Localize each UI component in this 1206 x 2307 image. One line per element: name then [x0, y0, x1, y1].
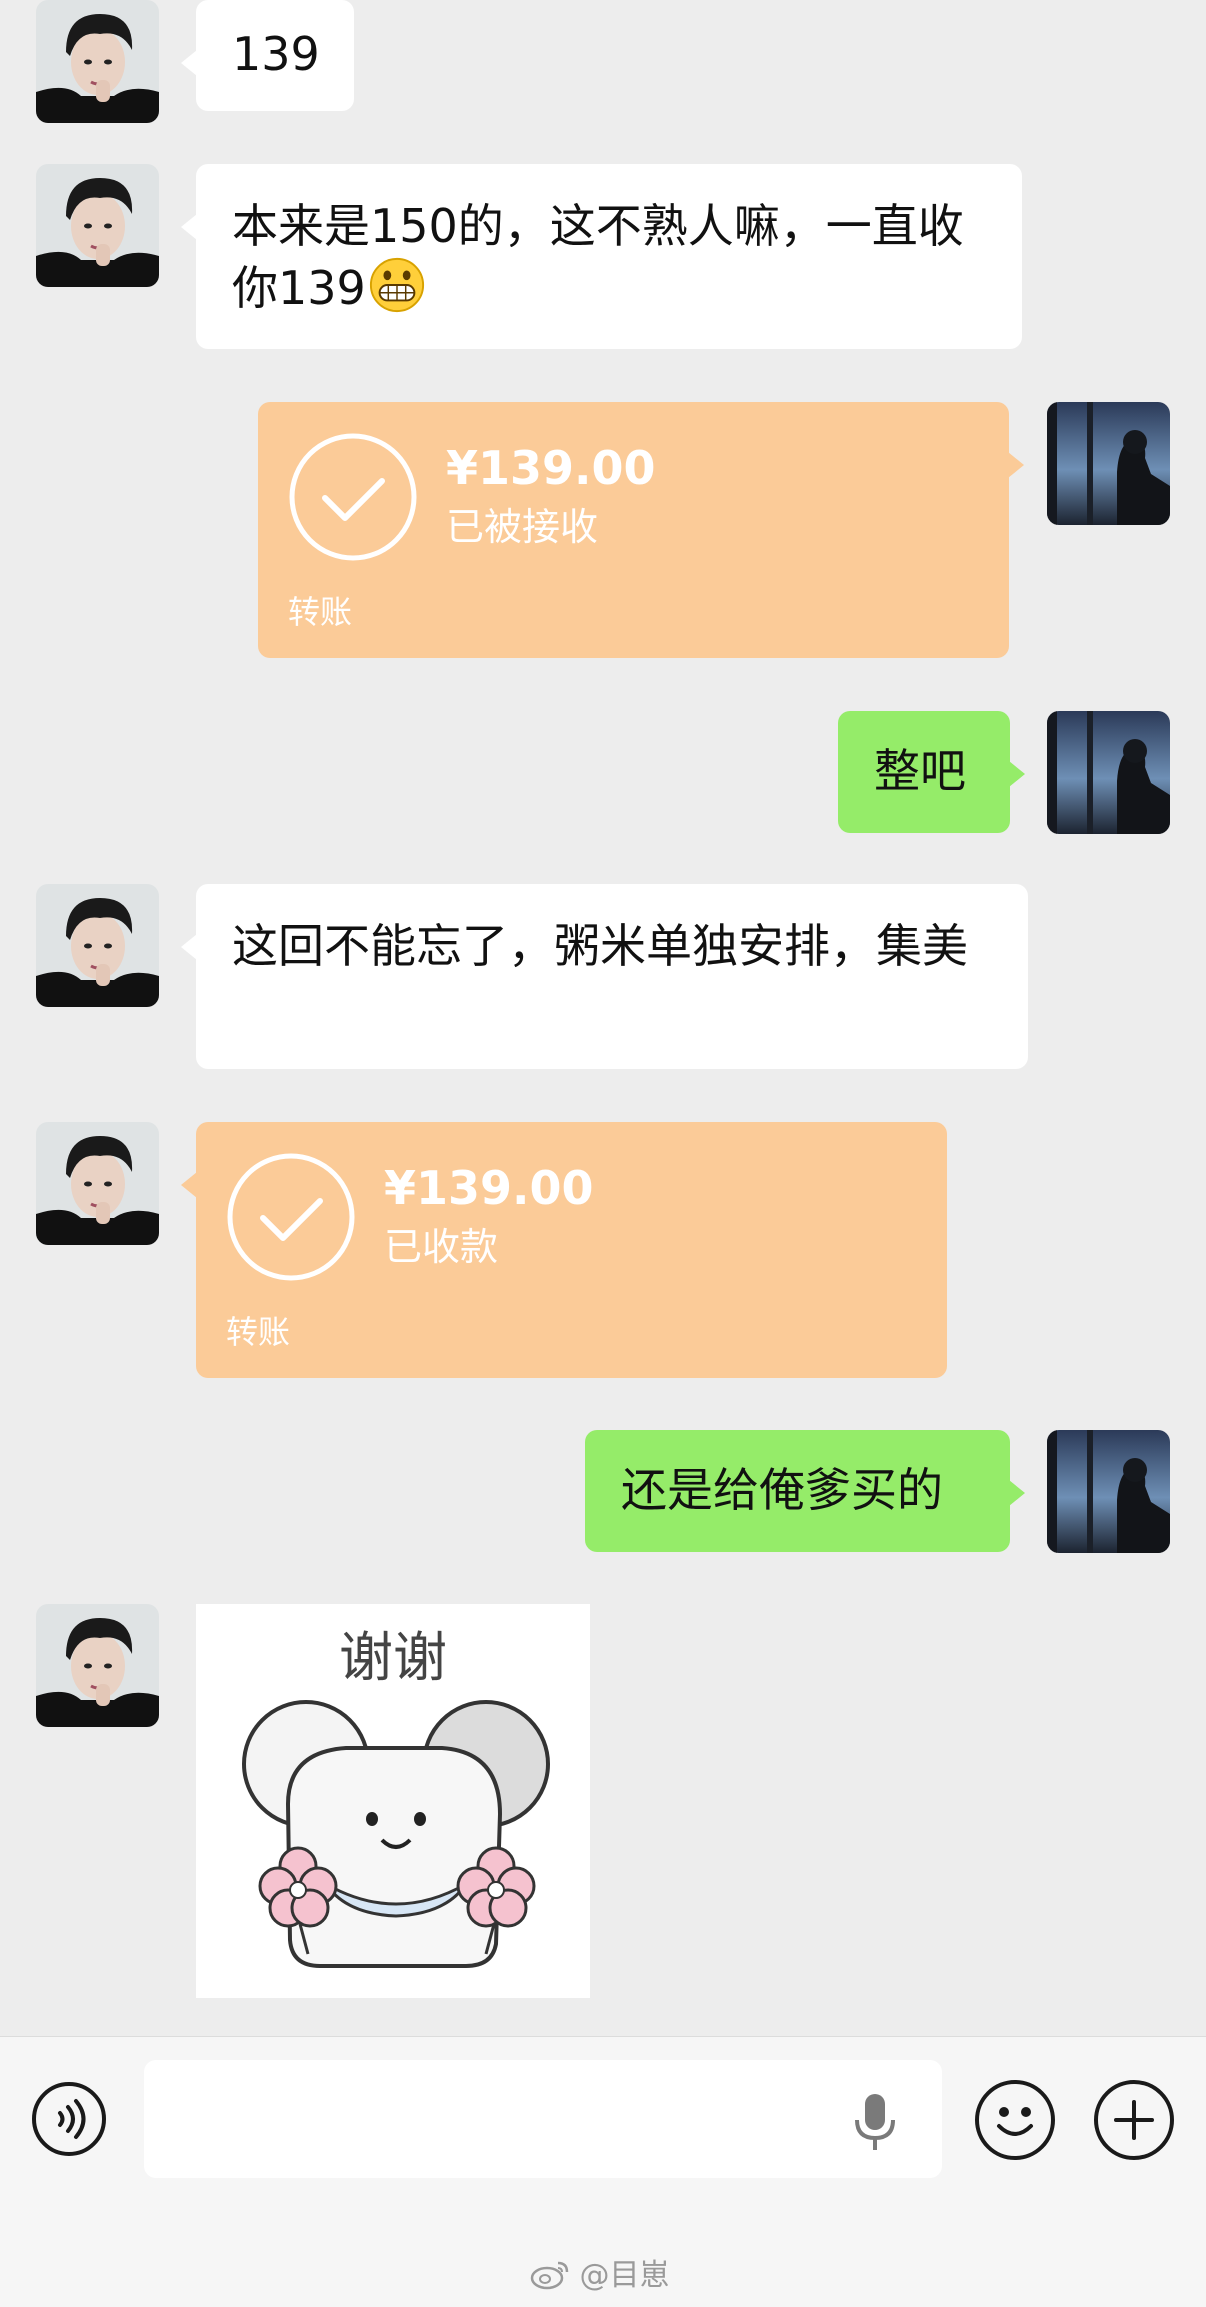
mouse-with-flowers-sticker[interactable]: 谢谢 [196, 1604, 590, 1998]
transfer-label: 转账 [288, 593, 353, 631]
transfer-amount: ¥139.00 [384, 1161, 594, 1215]
contact-avatar[interactable] [36, 884, 159, 1007]
message-text: 整吧 [874, 744, 966, 798]
outgoing-message-bubble[interactable]: 还是给俺爹买的 [585, 1430, 1025, 1552]
incoming-message-bubble[interactable]: 本来是150的，这不熟人嘛，一直收你139 [181, 164, 1022, 349]
smiley-icon [997, 2107, 1033, 2136]
user-avatar[interactable] [1047, 1430, 1170, 1553]
message-text: 这回不能忘了，粥米单独安排，集美 [232, 919, 968, 973]
transfer-card[interactable]: ¥139.00 已被接收 转账 [258, 402, 1024, 658]
message-input[interactable] [144, 2060, 942, 2178]
message-text: 139 [232, 27, 320, 81]
message-text: 还是给俺爹买的 [621, 1463, 943, 1517]
message-text: 本来是150的，这不熟人嘛，一直收你139 [232, 199, 964, 315]
voice-mode-button[interactable] [32, 2082, 106, 2156]
contact-avatar[interactable] [36, 1604, 159, 1727]
outgoing-message-bubble[interactable]: 整吧 [838, 711, 1025, 833]
sticker-caption: 谢谢 [339, 1626, 447, 1689]
transfer-amount: ¥139.00 [446, 441, 656, 495]
transfer-card[interactable]: ¥139.00 已收款 转账 [181, 1122, 947, 1378]
grinning-face-emoji [369, 257, 424, 313]
plus-icon [1114, 2100, 1154, 2140]
user-avatar[interactable] [1047, 402, 1170, 525]
check-circle-icon [227, 1153, 355, 1281]
watermark-text: @目崽 [579, 2258, 670, 2293]
watermark: @目崽 [530, 2256, 670, 2296]
contact-avatar[interactable] [36, 164, 159, 287]
check-circle-icon [289, 433, 417, 561]
more-functions-button[interactable] [1094, 2080, 1174, 2160]
chat-message-list[interactable]: 139 本来是150的，这不熟人嘛，一直收你139 ¥139.00 已被接收 转… [0, 0, 1206, 2036]
emoji-button[interactable] [975, 2080, 1055, 2160]
incoming-message-bubble[interactable]: 这回不能忘了，粥米单独安排，集美 [181, 884, 1028, 1069]
voice-mode-icon [58, 2099, 86, 2139]
transfer-status: 已收款 [384, 1225, 499, 1269]
contact-avatar[interactable] [36, 1122, 159, 1245]
transfer-status: 已被接收 [446, 505, 599, 549]
transfer-label: 转账 [226, 1313, 291, 1351]
contact-avatar[interactable] [36, 0, 159, 123]
incoming-message-bubble[interactable]: 139 [181, 0, 354, 111]
weibo-logo-icon [530, 2261, 569, 2290]
microphone-icon[interactable] [848, 2092, 902, 2152]
user-avatar[interactable] [1047, 711, 1170, 834]
